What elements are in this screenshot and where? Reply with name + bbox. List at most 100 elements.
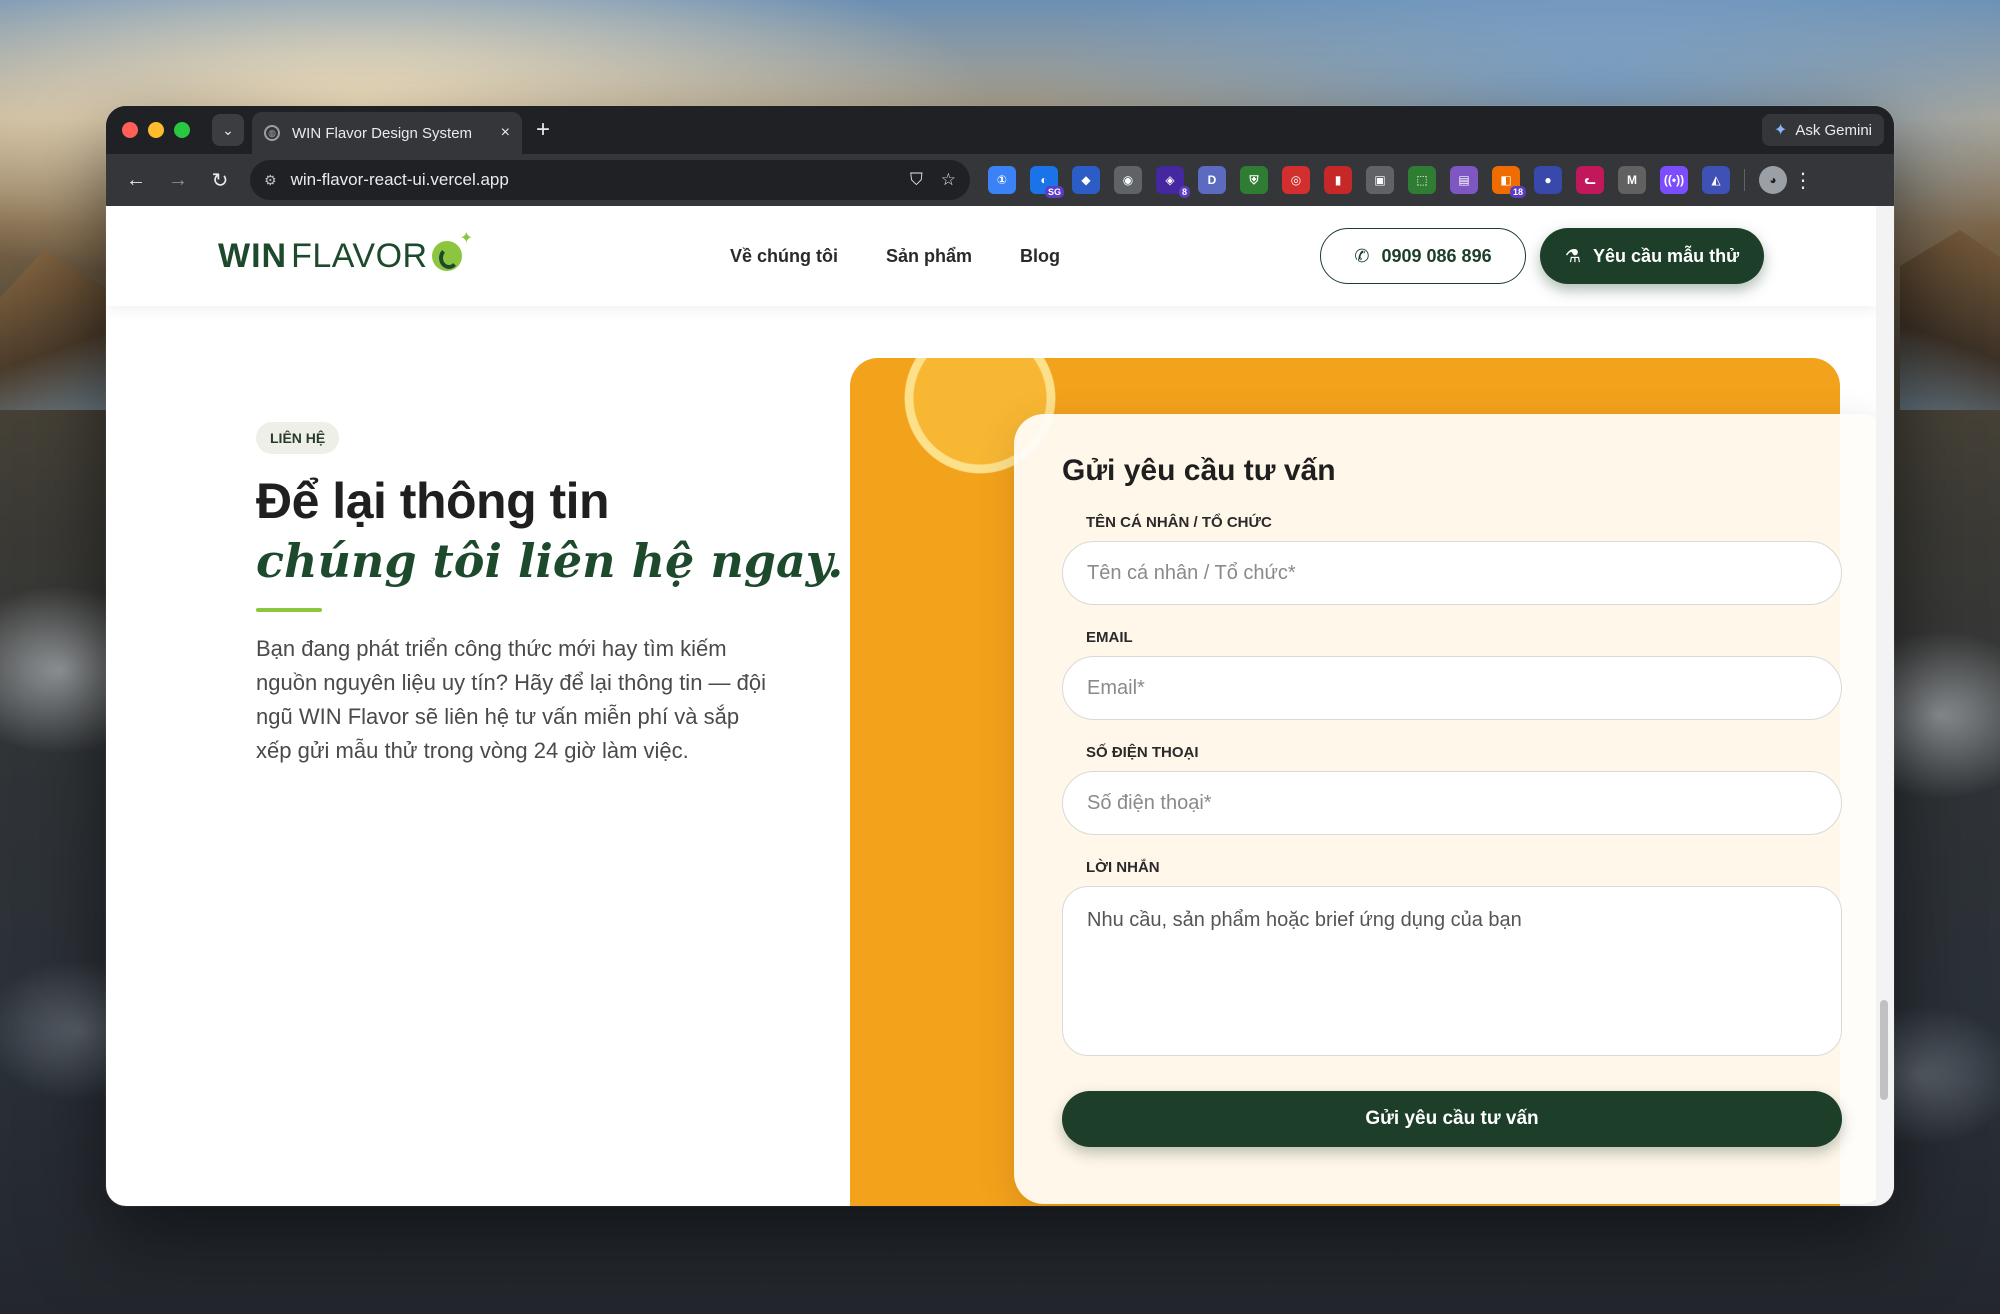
address-bar[interactable]: ⚙ win-flavor-react-ui.vercel.app ⛉ ☆	[250, 160, 970, 200]
browser-window: ⌄ ◍ WIN Flavor Design System × + ✦ Ask G…	[106, 106, 1894, 1206]
maximize-window-button[interactable]	[174, 122, 190, 138]
page-viewport: WIN FLAVOR ✦ Về chúng tôi Sản phẩm Blog …	[106, 206, 1894, 1206]
1password-icon-glyph: ①	[996, 173, 1008, 187]
diamond-icon[interactable]: ◆	[1072, 166, 1100, 194]
privacy-shield-icon[interactable]: ⛉	[910, 170, 923, 190]
dice-icon-glyph: ◈	[1165, 173, 1175, 187]
ask-gemini-label: Ask Gemini	[1795, 121, 1872, 139]
window-star-icon-glyph: ▣	[1374, 173, 1386, 187]
email-input[interactable]	[1062, 656, 1842, 720]
name-label: TÊN CÁ NHÂN / TỔ CHỨC	[1086, 514, 1272, 531]
bookmark-icon-glyph: ▮	[1334, 173, 1342, 187]
tag-icon[interactable]: ◭	[1702, 166, 1730, 194]
shield-icon[interactable]: ⛨	[1240, 166, 1268, 194]
nav-about[interactable]: Về chúng tôi	[730, 246, 838, 267]
extension-badge: 18	[1509, 186, 1526, 198]
bookmark-star-icon[interactable]: ☆	[941, 170, 956, 190]
crop-icon[interactable]: ⬚	[1408, 166, 1436, 194]
background-mountain-right	[1900, 230, 2000, 410]
extension-badge: SG	[1044, 186, 1064, 198]
shield-icon-glyph: ⛨	[1249, 172, 1259, 187]
profile-avatar-icon[interactable]: ◕	[1759, 166, 1787, 194]
d-extension-icon[interactable]: D	[1198, 166, 1226, 194]
email-label: EMAIL	[1086, 629, 1133, 646]
contact-heading: Để lại thông tin	[256, 473, 610, 529]
forward-arrow-icon[interactable]: →	[160, 162, 196, 198]
bookmark-icon[interactable]: ▮	[1324, 166, 1352, 194]
purple-box-icon[interactable]: ▤	[1450, 166, 1478, 194]
message-label: LỜI NHẮN	[1086, 859, 1160, 876]
message-textarea[interactable]	[1062, 886, 1842, 1056]
window-star-icon[interactable]: ▣	[1366, 166, 1394, 194]
crop-icon-glyph: ⬚	[1416, 173, 1428, 187]
site-header: WIN FLAVOR ✦ Về chúng tôi Sản phẩm Blog …	[106, 206, 1876, 306]
site-settings-icon[interactable]: ⚙	[264, 172, 277, 189]
target-icon[interactable]: ◎	[1282, 166, 1310, 194]
logo-flavor-text: FLAVOR	[291, 236, 428, 275]
diamond-icon-glyph: ◆	[1081, 173, 1091, 187]
win-flavor-logo[interactable]: WIN FLAVOR ✦	[218, 230, 473, 276]
sg-extension-icon[interactable]: ◐ SG	[1030, 166, 1064, 198]
blue-circle-icon[interactable]: ●	[1534, 166, 1562, 194]
phone-icon: ✆	[1354, 245, 1370, 266]
blue-circle-icon-glyph: ●	[1544, 173, 1552, 187]
page-scrollbar[interactable]	[1876, 206, 1894, 1206]
camera-icon-glyph: ◉	[1122, 173, 1134, 187]
request-sample-label: Yêu cầu mẫu thử	[1593, 245, 1740, 266]
m-extension-icon[interactable]: M	[1618, 166, 1646, 194]
main-nav: Về chúng tôi Sản phẩm Blog	[730, 246, 1060, 267]
tab-title: WIN Flavor Design System	[292, 124, 473, 142]
contact-subheading: chúng tôi liên hệ ngay.	[256, 534, 844, 588]
background-mountain-left	[0, 250, 110, 410]
logo-sparkle-icon: ✦	[459, 230, 474, 247]
nav-products[interactable]: Sản phẩm	[886, 246, 972, 267]
phone-button[interactable]: ✆ 0909 086 896	[1320, 228, 1526, 284]
stack-icon[interactable]: ◧ 18	[1492, 166, 1526, 198]
d-extension-icon-glyph: D	[1207, 173, 1217, 187]
request-sample-button[interactable]: ⚗ Yêu cầu mẫu thử	[1540, 228, 1764, 284]
extensions-row: ① ◐ SG ◆ ◉ ◈ 8 D ⛨ ◎ ▮ ▣ ⬚ ▤ ◧ 18 ● ᓚ M ((•)) ◭	[988, 166, 1730, 198]
tab-search-chevron-icon[interactable]: ⌄	[212, 114, 244, 146]
camera-icon[interactable]: ◉	[1114, 166, 1142, 194]
name-input[interactable]	[1062, 541, 1842, 605]
logo-win-text: WIN	[218, 236, 288, 275]
ask-gemini-button[interactable]: ✦ Ask Gemini	[1761, 114, 1884, 146]
section-chip: LIÊN HỆ	[256, 422, 340, 454]
phone-label: SỐ ĐIỆN THOẠI	[1086, 744, 1199, 761]
browser-menu-icon[interactable]: ⋮	[1793, 168, 1813, 193]
contact-intro: Bạn đang phát triển công thức mới hay tì…	[256, 636, 767, 763]
scrollbar-thumb[interactable]	[1880, 1000, 1888, 1100]
window-controls	[122, 122, 190, 138]
new-tab-button[interactable]: +	[536, 116, 550, 144]
submit-button[interactable]: Gửi yêu cầu tư vấn	[1062, 1091, 1842, 1147]
1password-icon[interactable]: ①	[988, 166, 1016, 194]
url-text[interactable]: win-flavor-react-ui.vercel.app	[291, 170, 892, 190]
m-extension-icon-glyph: M	[1627, 173, 1637, 187]
flask-icon: ⚗	[1564, 245, 1582, 266]
browser-toolbar: ← → ↻ ⚙ win-flavor-react-ui.vercel.app ⛉…	[106, 154, 1894, 206]
tag-icon-glyph: ◭	[1711, 173, 1721, 187]
reload-icon[interactable]: ↻	[202, 162, 238, 198]
phone-input[interactable]	[1062, 771, 1842, 835]
nav-blog[interactable]: Blog	[1020, 246, 1060, 267]
purple-box-icon-glyph: ▤	[1458, 173, 1470, 187]
minimize-window-button[interactable]	[148, 122, 164, 138]
accent-divider	[256, 608, 322, 612]
toolbar-divider	[1744, 169, 1745, 191]
tab-close-icon[interactable]: ×	[501, 124, 510, 142]
logo-mark-icon	[431, 241, 462, 271]
browser-tab-active[interactable]: ◍ WIN Flavor Design System ×	[252, 112, 522, 154]
sg-extension-icon-glyph: ◐	[1040, 173, 1048, 187]
extension-badge: 8	[1178, 186, 1190, 198]
back-arrow-icon[interactable]: ←	[118, 162, 154, 198]
dice-icon[interactable]: ◈ 8	[1156, 166, 1190, 198]
consultation-form: Gửi yêu cầu tư vấn TÊN CÁ NHÂN / TỔ CHỨC…	[1014, 414, 1890, 1204]
broadcast-icon[interactable]: ((•))	[1660, 166, 1688, 194]
stack-icon-glyph: ◧	[1500, 173, 1512, 187]
form-title: Gửi yêu cầu tư vấn	[1062, 454, 1336, 487]
cat-icon[interactable]: ᓚ	[1576, 166, 1604, 194]
phone-number: 0909 086 896	[1381, 245, 1492, 266]
target-icon-glyph: ◎	[1290, 173, 1302, 187]
close-window-button[interactable]	[122, 122, 138, 138]
globe-icon: ◍	[264, 125, 280, 141]
